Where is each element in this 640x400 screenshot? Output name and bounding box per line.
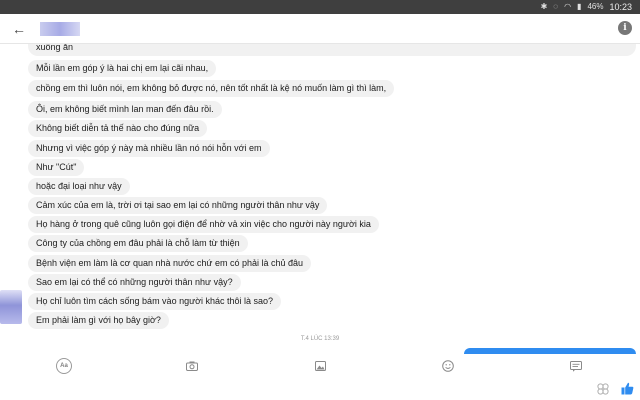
image-icon: [314, 361, 326, 371]
bluetooth-icon: ✱: [540, 2, 548, 11]
battery-icon: ▮: [577, 2, 582, 11]
battery-text: 46%: [587, 2, 604, 11]
text-style-button[interactable]: Aa: [56, 358, 72, 374]
bottom-actions: [0, 378, 640, 400]
like-button[interactable]: [620, 381, 634, 395]
status-bar: ✱ ◌ ◠ ▮ 46% 10:23: [0, 0, 640, 14]
clock: 10:23: [609, 2, 632, 12]
message-button[interactable]: [568, 358, 584, 374]
message-bubble: Như "Cút": [28, 159, 85, 176]
message-bubble: Họ hàng ở trong quê cũng luôn gọi điện đ…: [28, 216, 379, 233]
message-list[interactable]: xuống ăn Mỗi lần em góp ý là hai chị em …: [0, 44, 640, 350]
emoji-icon: [442, 360, 454, 372]
timestamp: T.4 LÚC 13:39: [300, 336, 340, 342]
mute-icon: ◌: [553, 2, 559, 11]
info-icon: i: [623, 23, 627, 33]
message-bubble: Sao em lại có thể có những người thân nh…: [28, 274, 241, 291]
arrow-left-icon: ←: [12, 20, 26, 37]
message-bubble: Công ty của chồng em đâu phải là chỗ làm…: [28, 235, 248, 252]
composer-toolbar: Aa: [0, 354, 640, 378]
message-bubble: hoặc đại loại như vậy: [28, 178, 130, 195]
message-bubble: Không biết diễn tả thế nào cho đúng nữa: [28, 120, 208, 137]
camera-button[interactable]: [184, 358, 200, 374]
thumbs-up-icon: [621, 382, 633, 394]
message-bubble: Bệnh viện em làm là cơ quan nhà nước chứ…: [28, 255, 312, 272]
message-bubble: Ôi, em không biết mình lan man đến đâu r…: [28, 101, 222, 118]
contact-name[interactable]: [40, 21, 80, 36]
back-button[interactable]: ←: [6, 16, 32, 42]
camera-icon: [186, 361, 198, 371]
message-bubble: Nhưng vì việc góp ý này mà nhiều lần nó …: [28, 140, 270, 157]
emoji-button[interactable]: [440, 358, 456, 374]
game-icon: [597, 383, 609, 395]
message-icon: [570, 360, 582, 372]
image-button[interactable]: [312, 358, 328, 374]
message-bubble: xuống ăn: [28, 44, 636, 56]
avatar[interactable]: [0, 290, 22, 324]
message-bubble: Mỗi lần em góp ý là hai chị em lại cãi n…: [28, 60, 217, 77]
wifi-icon: ◠: [564, 2, 572, 11]
message-bubble: chồng em thì luôn nói, em không bỏ được …: [28, 80, 395, 97]
info-button[interactable]: i: [618, 21, 632, 35]
message-bubble: Cảm xúc của em là, trời ơi tại sao em lạ…: [28, 197, 328, 214]
message-bubble: Em phải làm gì với họ bây giờ?: [28, 312, 169, 329]
game-button[interactable]: [596, 382, 610, 396]
conversation-header: ← i: [0, 14, 640, 44]
message-bubble: Họ chỉ luôn tìm cách sống bám vào người …: [28, 293, 282, 310]
